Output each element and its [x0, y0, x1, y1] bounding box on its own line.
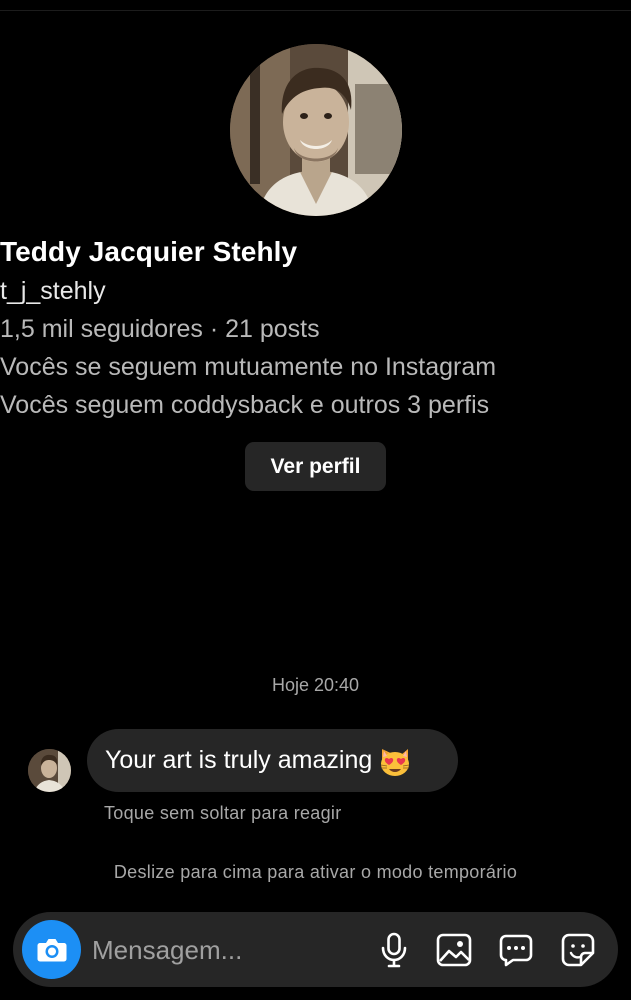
message-composer: [13, 912, 618, 987]
message-timestamp: Hoje 20:40: [271, 675, 360, 695]
gallery-icon: [436, 933, 472, 967]
mutual-follow-text: Vocês se seguem mutuamente no Instagram: [0, 353, 497, 381]
camera-button[interactable]: [22, 920, 81, 979]
view-profile-button[interactable]: Ver perfil: [245, 442, 386, 491]
microphone-button[interactable]: [375, 931, 413, 969]
profile-stats: 1,5 mil seguidores · 21 posts: [0, 315, 320, 343]
vanish-mode-hint[interactable]: Deslize para cima para ativar o modo tem…: [0, 862, 631, 883]
profile-username: t_j_stehly: [0, 277, 106, 305]
react-hint: Toque sem soltar para reagir: [104, 803, 342, 823]
chat-effects-button[interactable]: [497, 931, 535, 969]
camera-icon: [37, 938, 66, 961]
sticker-icon: [561, 933, 595, 967]
top-divider: [0, 10, 631, 11]
microphone-icon: [381, 932, 407, 968]
sender-avatar[interactable]: [28, 749, 71, 792]
profile-avatar[interactable]: [230, 44, 402, 216]
sticker-button[interactable]: [559, 931, 597, 969]
message-bubble[interactable]: Your art is truly amazing: [87, 729, 458, 792]
heart-eyes-cat-emoji-icon: [378, 745, 412, 777]
sender-photo: [28, 749, 71, 792]
profile-name: Teddy Jacquier Stehly: [0, 236, 298, 267]
message-input[interactable]: [92, 930, 362, 970]
message-text: Your art is truly amazing: [105, 746, 373, 774]
gallery-button[interactable]: [435, 931, 473, 969]
chat-bubble-icon: [499, 934, 533, 967]
mutual-following-text: Vocês seguem coddysback e outros 3 perfi…: [0, 391, 490, 419]
profile-photo: [230, 44, 402, 216]
